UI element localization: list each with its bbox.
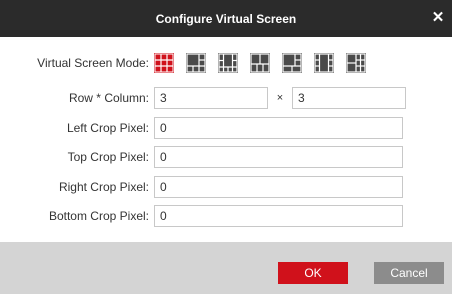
close-icon[interactable]: ✕ [430, 10, 446, 26]
times-symbol: × [276, 92, 284, 104]
columns-input[interactable] [292, 87, 406, 109]
layout-2-plus-3-icon[interactable] [250, 53, 270, 73]
layout-1-plus-5-icon[interactable] [186, 53, 206, 73]
top-crop-input[interactable] [154, 146, 403, 168]
dialog-title: Configure Virtual Screen [155, 11, 297, 26]
layout-split-icon[interactable] [346, 53, 366, 73]
bottom-crop-row: Bottom Crop Pixel: [0, 204, 403, 228]
row-column-row: Row * Column: × [0, 86, 406, 110]
virtual-screen-mode-row: Virtual Screen Mode: [0, 51, 366, 75]
ok-button[interactable]: OK [278, 262, 348, 284]
right-crop-label: Right Crop Pixel: [58, 180, 149, 194]
grid-3x3-icon[interactable] [154, 53, 174, 73]
configure-virtual-screen-dialog: Configure Virtual Screen ✕ Virtual Scree… [0, 0, 452, 294]
row-column-label: Row * Column: [68, 91, 149, 105]
dialog-titlebar: Configure Virtual Screen ✕ [0, 0, 452, 37]
right-crop-row: Right Crop Pixel: [0, 175, 403, 199]
layout-center-icon[interactable] [314, 53, 334, 73]
left-crop-label: Left Crop Pixel: [66, 121, 149, 135]
rows-input[interactable] [154, 87, 268, 109]
top-crop-label: Top Crop Pixel: [67, 150, 149, 164]
virtual-screen-mode-label: Virtual Screen Mode: [37, 56, 149, 70]
mode-icon-group [154, 53, 366, 73]
top-crop-row: Top Crop Pixel: [0, 145, 403, 169]
layout-1-plus-6-icon[interactable] [282, 53, 302, 73]
cancel-button[interactable]: Cancel [374, 262, 444, 284]
right-crop-input[interactable] [154, 176, 403, 198]
layout-1-plus-7-icon[interactable] [218, 53, 238, 73]
bottom-crop-label: Bottom Crop Pixel: [48, 209, 149, 223]
bottom-crop-input[interactable] [154, 205, 403, 227]
left-crop-row: Left Crop Pixel: [0, 116, 403, 140]
left-crop-input[interactable] [154, 117, 403, 139]
